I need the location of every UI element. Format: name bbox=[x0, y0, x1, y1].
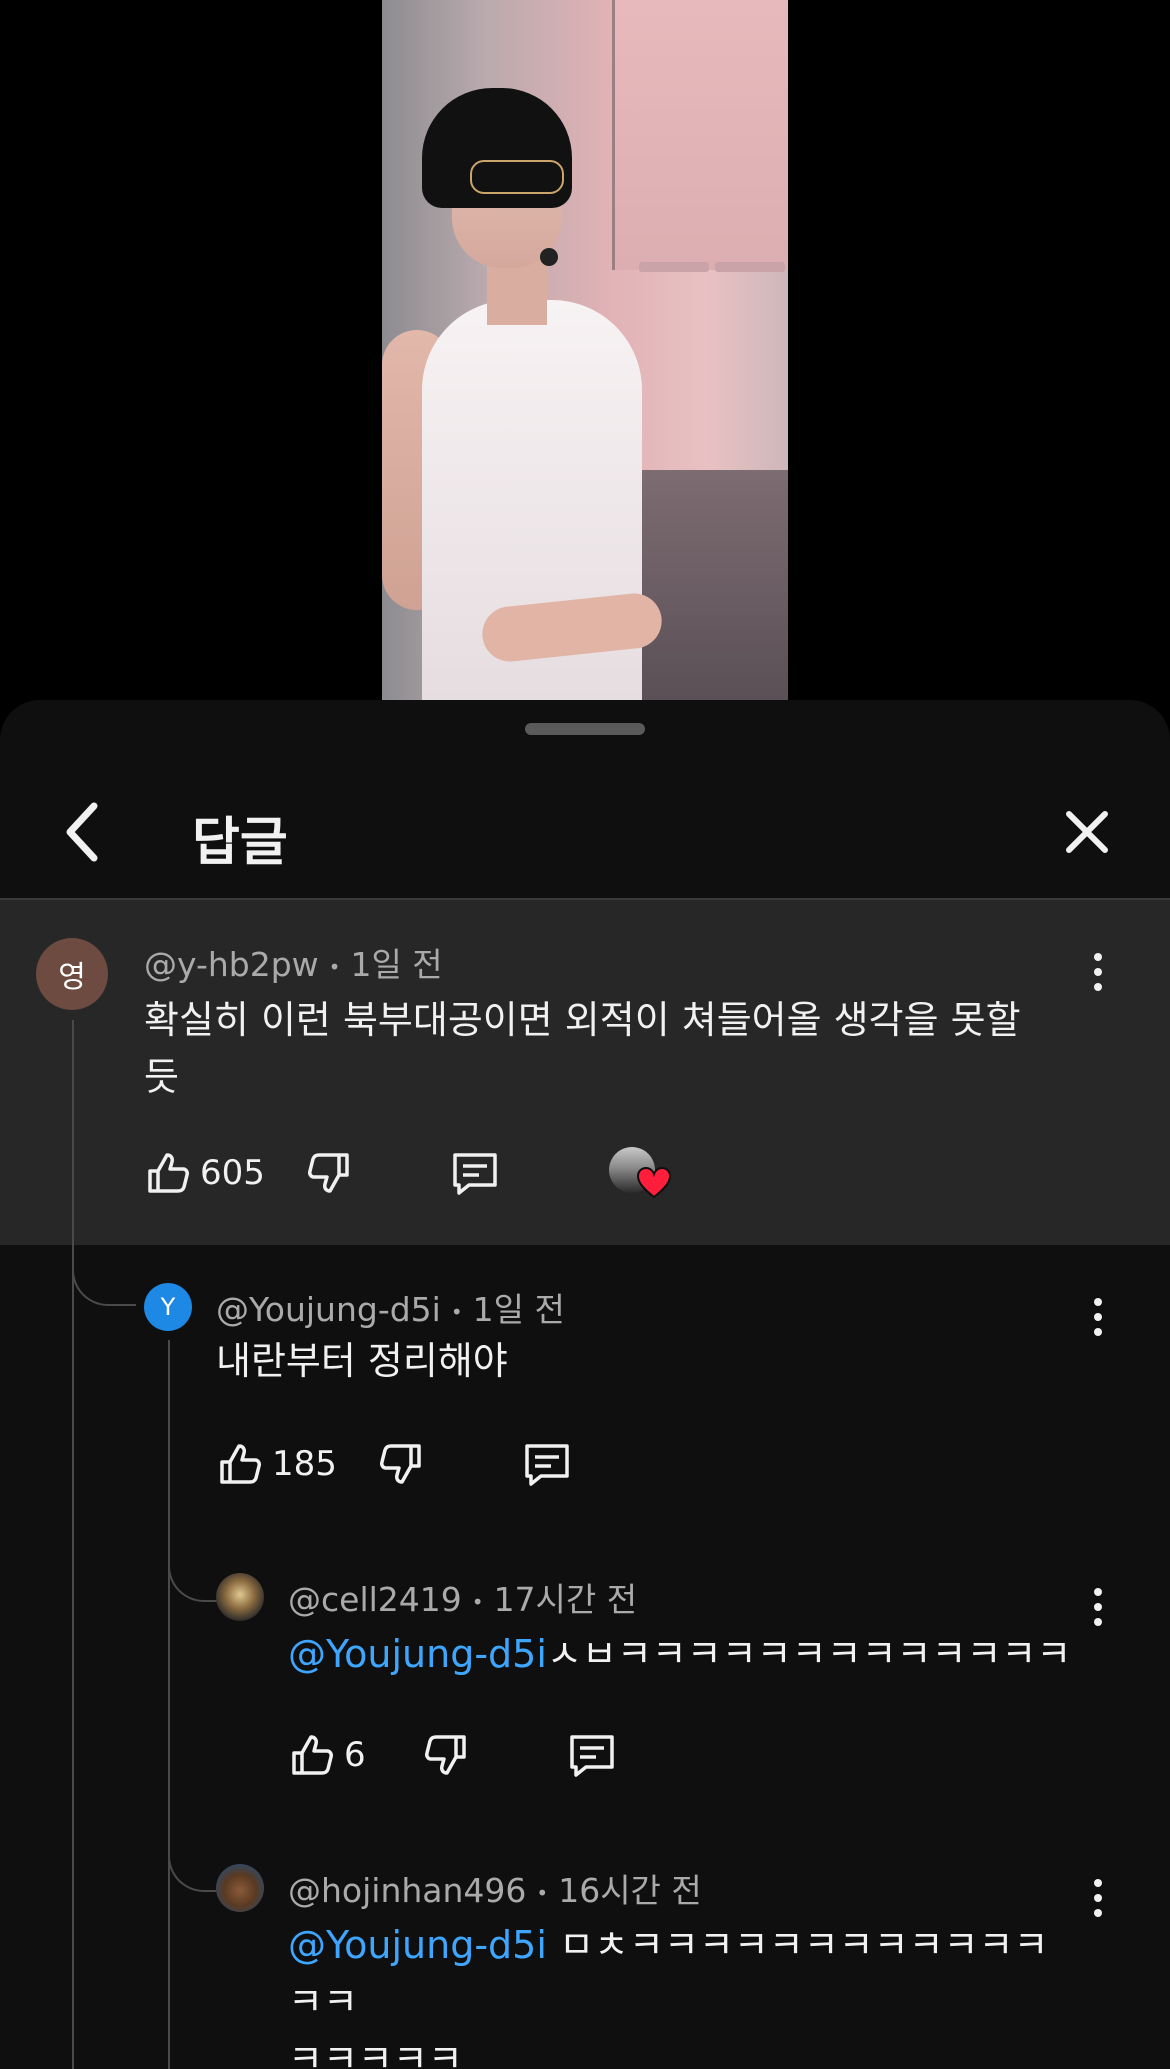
comment-meta: @hojinhan496 • 16시간 전 bbox=[288, 1871, 702, 1910]
comment-text: @Youjung-d5i ㅁㅊㅋㅋㅋㅋㅋㅋㅋㅋㅋㅋㅋㅋㅋㅋ ㅋㅋㅋㅋㅋ bbox=[288, 1923, 1049, 2069]
timestamp: 17시간 전 bbox=[493, 1580, 638, 1619]
thread-connector bbox=[168, 1560, 220, 1602]
author-name[interactable]: @hojinhan496 bbox=[288, 1871, 526, 1910]
comment-meta: @Youjung-d5i • 1일 전 bbox=[216, 1290, 565, 1329]
dislike-button[interactable] bbox=[377, 1440, 425, 1488]
thread-connector bbox=[168, 1850, 220, 1892]
thumb-up-icon bbox=[220, 1444, 261, 1484]
thread-line-nested bbox=[168, 1340, 170, 2069]
chevron-left-icon bbox=[66, 802, 98, 862]
avatar[interactable]: 영 bbox=[36, 938, 108, 1010]
replies-sheet: 답글 영 @y-hb2pw • 1일 전 확실히 이런 북부대공이면 외적이 쳐들어… bbox=[0, 700, 1170, 2069]
comment-text: 확실히 이런 북부대공이면 외적이 쳐들어올 생각을 못할 듯 bbox=[144, 998, 1021, 1099]
heart-icon bbox=[636, 1167, 671, 1199]
mention-link[interactable]: @Youjung-d5i bbox=[288, 1632, 547, 1676]
more-options-button[interactable] bbox=[1078, 1577, 1118, 1637]
comment-text: @Youjung-d5iㅅㅂㅋㅋㅋㅋㅋㅋㅋㅋㅋㅋㅋㅋㅋ bbox=[288, 1632, 1072, 1676]
drag-handle[interactable] bbox=[525, 723, 645, 735]
dislike-button[interactable] bbox=[422, 1731, 470, 1779]
timestamp: 1일 전 bbox=[350, 945, 443, 984]
reply-button[interactable] bbox=[521, 1438, 573, 1490]
comment-text: 내란부터 정리해야 bbox=[216, 1339, 508, 1383]
dislike-button[interactable] bbox=[305, 1149, 353, 1197]
reply-comment-icon bbox=[453, 1153, 497, 1195]
reply-comment-icon bbox=[525, 1444, 569, 1486]
thumb-up-icon bbox=[292, 1735, 333, 1775]
comment-actions: 6 bbox=[288, 1725, 618, 1785]
like-button[interactable]: 185 bbox=[216, 1440, 337, 1488]
more-options-button[interactable] bbox=[1078, 942, 1118, 1002]
reply-button[interactable] bbox=[449, 1147, 501, 1199]
author-name[interactable]: @y-hb2pw bbox=[144, 945, 319, 984]
thread-line bbox=[72, 1020, 74, 2069]
comment-actions: 185 bbox=[216, 1434, 573, 1494]
close-icon bbox=[1066, 811, 1108, 853]
like-count: 605 bbox=[200, 1153, 265, 1193]
avatar[interactable] bbox=[216, 1573, 264, 1621]
comment-actions: 605 bbox=[144, 1143, 675, 1203]
mention-link[interactable]: @Youjung-d5i bbox=[288, 1923, 547, 1967]
sheet-header: 답글 bbox=[0, 770, 1170, 900]
thumb-down-icon bbox=[307, 1153, 349, 1193]
back-button[interactable] bbox=[50, 792, 114, 872]
reply-button[interactable] bbox=[566, 1729, 618, 1781]
more-options-button[interactable] bbox=[1078, 1287, 1118, 1347]
thread-connector bbox=[72, 1220, 136, 1306]
thumb-down-icon bbox=[424, 1735, 466, 1775]
video-frame-sink bbox=[642, 470, 788, 700]
comment-meta: @y-hb2pw • 1일 전 bbox=[144, 945, 443, 984]
more-options-button[interactable] bbox=[1078, 1868, 1118, 1928]
comment-meta: @cell2419 • 17시간 전 bbox=[288, 1580, 638, 1619]
like-count: 185 bbox=[272, 1444, 337, 1484]
page-title: 답글 bbox=[192, 813, 288, 873]
timestamp: 16시간 전 bbox=[558, 1871, 702, 1910]
like-button[interactable]: 605 bbox=[144, 1149, 265, 1197]
avatar[interactable]: Y bbox=[144, 1283, 192, 1331]
thumb-down-icon bbox=[379, 1444, 421, 1484]
author-name[interactable]: @cell2419 bbox=[288, 1580, 462, 1619]
video-frame-cabinet bbox=[612, 0, 788, 272]
reply-comment-icon bbox=[569, 1735, 614, 1777]
close-button[interactable] bbox=[1055, 792, 1119, 872]
avatar[interactable] bbox=[216, 1864, 264, 1912]
like-button[interactable]: 6 bbox=[288, 1731, 366, 1779]
creator-heart bbox=[608, 1143, 675, 1203]
thumb-up-icon bbox=[148, 1153, 189, 1193]
author-name[interactable]: @Youjung-d5i bbox=[216, 1290, 441, 1329]
video-player[interactable] bbox=[382, 0, 788, 700]
timestamp: 1일 전 bbox=[472, 1290, 565, 1329]
like-count: 6 bbox=[344, 1735, 366, 1775]
